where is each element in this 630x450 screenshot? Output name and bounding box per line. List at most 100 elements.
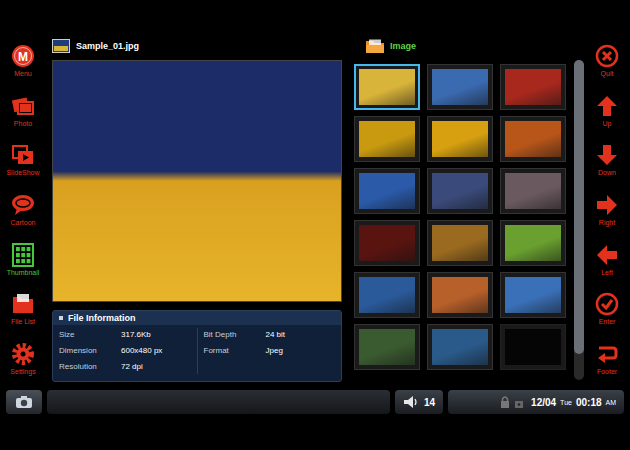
file-info-title: File Information [53, 311, 341, 325]
field-label: Format [204, 344, 266, 358]
sidebar-label: Photo [14, 120, 32, 128]
thumbnail[interactable] [354, 220, 420, 266]
scrollbar[interactable] [574, 60, 584, 380]
image-file-icon [52, 39, 70, 53]
footer-icon [595, 342, 619, 366]
svg-text:M: M [18, 49, 28, 63]
thumbnail[interactable] [427, 116, 493, 162]
field-value: 24 bit [266, 328, 286, 342]
control-button[interactable]: Down [584, 135, 630, 185]
scrollbar-thumb[interactable] [574, 60, 584, 354]
thumbnail[interactable] [500, 272, 566, 318]
sidebar-label: File List [11, 318, 35, 326]
sidebar-item[interactable]: Photo [0, 86, 46, 136]
field-label: Dimension [59, 344, 121, 358]
main-area: MMenu Photo SlideShow Cartoon Thumbnail File … [0, 36, 630, 384]
file-info-row: FormatJpeg [204, 344, 336, 358]
thumbnail[interactable] [500, 220, 566, 266]
empty-slot [500, 324, 566, 370]
weekday: Tue [560, 399, 572, 406]
thumbnail[interactable] [427, 168, 493, 214]
preview-column: File InformationSize317.6KbDimension600x… [52, 60, 342, 384]
thumbnail[interactable] [500, 116, 566, 162]
sidebar-label: Cartoon [11, 219, 36, 227]
volume-box[interactable]: 14 [395, 390, 443, 414]
sidebar-item[interactable]: Thumbnail [0, 235, 46, 285]
preview-image [52, 60, 342, 302]
thumbnail[interactable] [500, 168, 566, 214]
field-value: 317.6Kb [121, 328, 151, 342]
bullet-icon [59, 316, 63, 320]
camera-button[interactable] [6, 390, 42, 414]
file-info-panel: File InformationSize317.6KbDimension600x… [52, 310, 342, 382]
thumbnail[interactable] [354, 324, 420, 370]
thumbnail[interactable] [427, 324, 493, 370]
settings-icon [11, 342, 35, 366]
sidebar-item[interactable]: File List [0, 285, 46, 335]
control-button[interactable]: Right [584, 185, 630, 235]
control-label: Right [599, 219, 615, 227]
header-row: Sample_01.jpg Image [52, 36, 584, 56]
sidebar-item[interactable]: Cartoon [0, 185, 46, 235]
control-button[interactable]: Up [584, 86, 630, 136]
file-info-fields: Size317.6KbDimension600x480 pxResolution… [53, 325, 341, 377]
up-icon [595, 94, 619, 118]
status-bar: 1412/04Tue00:18AM [0, 390, 630, 414]
thumbnail-grid [354, 60, 566, 380]
file-info-row: Resolution72 dpi [59, 360, 191, 374]
meridiem: AM [606, 399, 617, 406]
menu-icon: M [11, 44, 35, 68]
file-name: Sample_01.jpg [76, 41, 139, 51]
folder-title: Image [352, 39, 416, 53]
right-icon [595, 193, 619, 217]
file-info-row: Dimension600x480 px [59, 344, 191, 358]
file-info-row: Size317.6Kb [59, 328, 191, 342]
photo-icon [11, 94, 35, 118]
content-row: File InformationSize317.6KbDimension600x… [52, 56, 584, 384]
content: Sample_01.jpg Image File Information Size31… [46, 36, 584, 384]
thumb-icon [11, 243, 35, 267]
quit-icon [595, 44, 619, 68]
left-sidebar: MMenu Photo SlideShow Cartoon Thumbnail File … [0, 36, 46, 384]
control-button[interactable]: Quit [584, 36, 630, 86]
lock-icons [499, 395, 527, 409]
thumbnail[interactable] [354, 64, 420, 110]
control-label: Down [598, 169, 616, 177]
sidebar-label: Thumbnail [7, 269, 40, 277]
folder-icon [366, 39, 384, 53]
date: 12/04 [531, 397, 556, 408]
field-label: Bit Depth [204, 328, 266, 342]
sidebar-item[interactable]: MMenu [0, 36, 46, 86]
camera-icon [15, 395, 33, 409]
cartoon-icon [11, 193, 35, 217]
control-button[interactable]: Enter [584, 285, 630, 335]
thumbnail[interactable] [500, 64, 566, 110]
slideshow-icon [11, 143, 35, 167]
screen: MMenu Photo SlideShow Cartoon Thumbnail File … [0, 0, 630, 450]
control-label: Footer [597, 368, 617, 376]
thumbnail-column [342, 60, 584, 384]
field-value: Jpeg [266, 344, 283, 358]
thumbnail[interactable] [427, 272, 493, 318]
field-label: Size [59, 328, 121, 342]
thumbnail[interactable] [427, 220, 493, 266]
control-button[interactable]: Left [584, 235, 630, 285]
sidebar-item[interactable]: SlideShow [0, 135, 46, 185]
control-label: Up [603, 120, 612, 128]
filelist-icon [11, 292, 35, 316]
file-info-row: Bit Depth24 bit [204, 328, 336, 342]
file-info-column: Bit Depth24 bitFormatJpeg [197, 328, 336, 374]
sidebar-item[interactable]: Settings [0, 334, 46, 384]
control-button[interactable]: Footer [584, 334, 630, 384]
folder-name: Image [390, 41, 416, 51]
field-value: 72 dpi [121, 360, 143, 374]
field-value: 600x480 px [121, 344, 162, 358]
thumbnail[interactable] [354, 116, 420, 162]
thumbnail[interactable] [427, 64, 493, 110]
left-icon [595, 243, 619, 267]
thumbnail[interactable] [354, 272, 420, 318]
thumbnail[interactable] [354, 168, 420, 214]
control-label: Left [601, 269, 613, 277]
clock-box: 12/04Tue00:18AM [448, 390, 624, 414]
right-sidebar: Quit Up Down Right Left Enter Footer [584, 36, 630, 384]
